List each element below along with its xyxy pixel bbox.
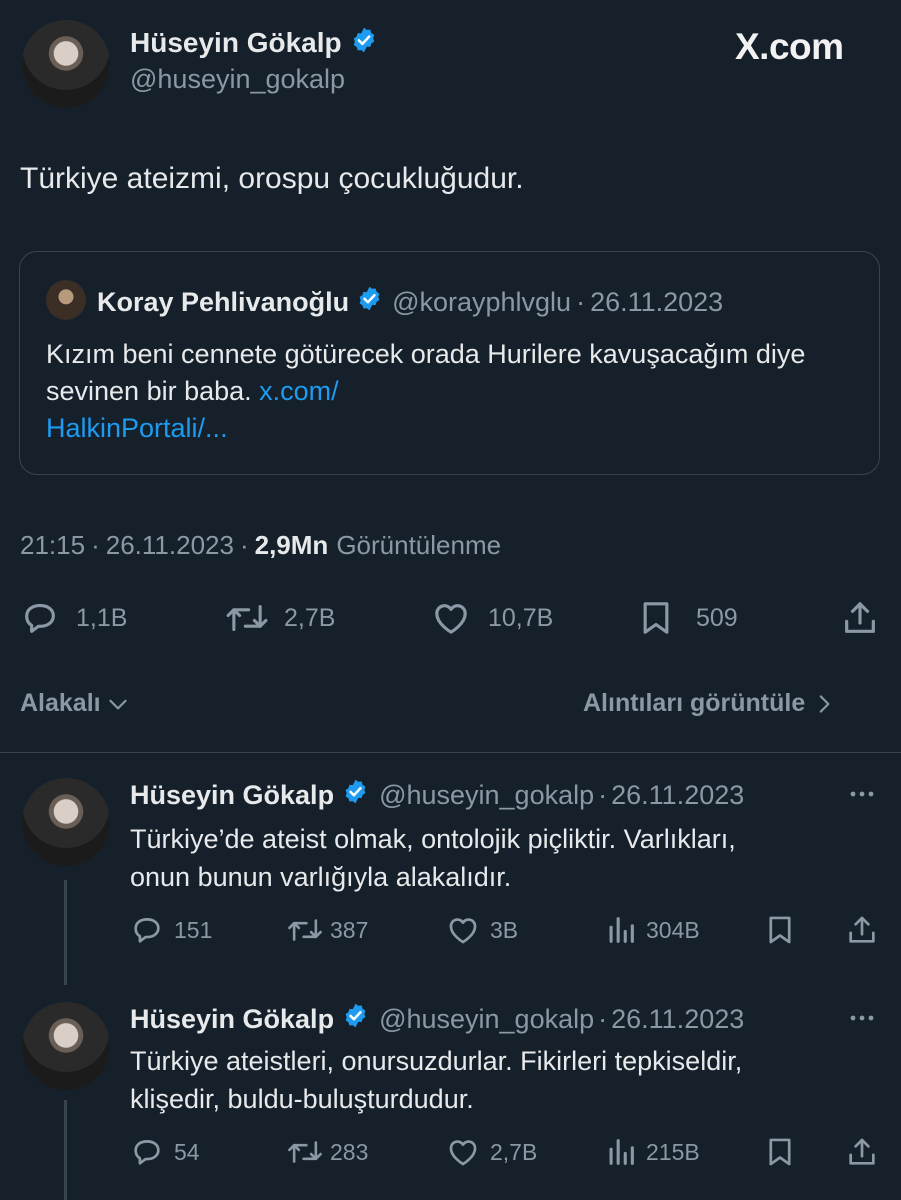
author-name[interactable]: Hüseyin Gökalp xyxy=(130,27,342,59)
quoted-link-part2[interactable]: HalkinPortali/... xyxy=(46,413,228,443)
reply-author-name[interactable]: Hüseyin Gökalp xyxy=(130,780,334,811)
bookmark-count: 509 xyxy=(696,603,738,632)
retweet-count: 387 xyxy=(330,916,369,943)
bookmark-icon[interactable] xyxy=(763,1135,797,1169)
retweet-button[interactable]: 387 xyxy=(286,913,368,947)
bookmark-button[interactable]: 509 xyxy=(636,598,738,638)
x-com-watermark: X.com xyxy=(735,26,844,68)
reply-author-avatar[interactable] xyxy=(22,1002,110,1090)
reply-button[interactable]: 1,1B xyxy=(20,598,127,638)
view-count: 2,9Mn xyxy=(254,530,329,560)
reply-date[interactable]: 26.11.2023 xyxy=(611,780,744,811)
quoted-link-part1[interactable]: x.com/ xyxy=(259,376,339,406)
sort-label: Alakalı xyxy=(20,689,101,717)
thread-connector-line xyxy=(64,880,67,985)
share-icon[interactable] xyxy=(845,1135,879,1169)
reply-author-handle[interactable]: @huseyin_gokalp xyxy=(379,780,594,811)
reply-header: Hüseyin Gökalp @huseyin_gokalp · 26.11.2… xyxy=(130,1002,744,1036)
reply-button[interactable]: 54 xyxy=(130,1135,200,1169)
reply-text-line: onun bunun varlığıyla alakalıdır. xyxy=(130,862,512,892)
retweet-count: 283 xyxy=(330,1138,369,1165)
like-button[interactable]: 10,7B xyxy=(430,598,553,638)
author-name-row: Hüseyin Gökalp xyxy=(130,26,378,59)
more-options-icon[interactable] xyxy=(847,784,877,804)
retweet-button[interactable]: 283 xyxy=(286,1135,368,1169)
separator-dot: · xyxy=(91,530,100,560)
chevron-right-icon xyxy=(813,691,835,717)
chevron-down-icon xyxy=(105,691,131,717)
heart-icon xyxy=(430,598,472,638)
reply-count: 1,1B xyxy=(76,603,128,632)
quoted-author-avatar xyxy=(46,280,86,320)
separator-dot: · xyxy=(576,286,586,317)
reply-button[interactable]: 151 xyxy=(130,913,212,947)
author-avatar[interactable] xyxy=(22,20,110,108)
view-count: 304B xyxy=(646,916,700,943)
reply-author-avatar[interactable] xyxy=(22,778,110,866)
share-icon[interactable] xyxy=(845,913,879,947)
retweet-icon xyxy=(224,598,270,638)
tweet-meta: 21:15 · 26.11.2023 · 2,9Mn Görüntülenme xyxy=(20,530,501,561)
tweet-text: Türkiye ateizmi, orospu çocukluğudur. xyxy=(20,162,524,195)
retweet-count: 2,7B xyxy=(284,603,336,632)
reply-count: 151 xyxy=(174,916,213,943)
retweet-button[interactable]: 2,7B xyxy=(224,598,335,638)
views-button[interactable]: 304B xyxy=(604,913,700,947)
more-options-icon[interactable] xyxy=(847,1008,877,1028)
like-button[interactable]: 3B xyxy=(446,913,518,947)
heart-icon xyxy=(446,1135,480,1169)
analytics-icon xyxy=(604,1135,638,1169)
reply-text-line: Türkiye ateistleri, onursuzdurlar. Fikir… xyxy=(130,1046,743,1076)
author-handle[interactable]: @huseyin_gokalp xyxy=(130,64,345,95)
like-count: 10,7B xyxy=(488,603,554,632)
section-divider xyxy=(0,752,901,753)
tweet-time[interactable]: 21:15 xyxy=(20,530,85,561)
reply-date[interactable]: 26.11.2023 xyxy=(611,1004,744,1035)
reply-text: Türkiye ateistleri, onursuzdurlar. Fikir… xyxy=(130,1042,742,1118)
reply-author-name[interactable]: Hüseyin Gökalp xyxy=(130,1004,334,1035)
like-count: 2,7B xyxy=(490,1138,538,1165)
reply-count: 54 xyxy=(174,1138,200,1165)
views-button[interactable]: 215B xyxy=(604,1135,700,1169)
share-icon[interactable] xyxy=(840,598,880,638)
quoted-text-block: Kızım beni cennete götürecek orada Huril… xyxy=(46,336,846,447)
quoted-text: Kızım beni cennete götürecek orada Huril… xyxy=(46,339,806,406)
reply-icon xyxy=(130,913,164,947)
retweet-icon xyxy=(286,913,324,947)
view-quotes-link[interactable]: Alıntıları görüntüle xyxy=(583,689,835,718)
view-count: 215B xyxy=(646,1138,700,1165)
bookmark-icon[interactable] xyxy=(763,913,797,947)
quoted-author-handle: @korayphlvglu xyxy=(392,286,572,317)
thread-connector-line xyxy=(64,1100,67,1200)
like-button[interactable]: 2,7B xyxy=(446,1135,537,1169)
reply-text-line: klişedir, buldu-buluşturdudur. xyxy=(130,1084,474,1114)
verified-badge-icon xyxy=(350,26,378,59)
quoted-author-name: Koray Pehlivanoğlu xyxy=(97,286,350,317)
watermark-text: X.com xyxy=(735,26,844,67)
reply-text-line: Türkiye’de ateist olmak, ontolojik piçli… xyxy=(130,824,736,854)
quoted-header: Koray Pehlivanoğlu @korayphlvglu · 26.11… xyxy=(97,285,723,319)
tweet-date[interactable]: 26.11.2023 xyxy=(106,530,234,561)
separator-dot: · xyxy=(239,530,249,560)
retweet-icon xyxy=(286,1135,324,1169)
reply-author-handle[interactable]: @huseyin_gokalp xyxy=(379,1004,594,1035)
bookmark-icon xyxy=(636,598,676,638)
separator-dot: · xyxy=(598,779,608,810)
reply-text: Türkiye’de ateist olmak, ontolojik piçli… xyxy=(130,820,736,896)
views-label: Görüntülenme xyxy=(336,530,502,560)
verified-badge-icon xyxy=(342,1002,369,1036)
sort-dropdown[interactable]: Alakalı xyxy=(20,689,131,718)
separator-dot: · xyxy=(598,1003,608,1034)
reply-icon xyxy=(20,598,60,638)
reply-icon xyxy=(130,1135,164,1169)
reply-header: Hüseyin Gökalp @huseyin_gokalp · 26.11.2… xyxy=(130,778,744,812)
like-count: 3B xyxy=(490,916,519,943)
analytics-icon xyxy=(604,913,638,947)
quoted-date: 26.11.2023 xyxy=(590,286,724,317)
verified-badge-icon xyxy=(356,285,383,319)
view-quotes-label: Alıntıları görüntüle xyxy=(583,689,806,717)
verified-badge-icon xyxy=(342,778,369,812)
heart-icon xyxy=(446,913,480,947)
